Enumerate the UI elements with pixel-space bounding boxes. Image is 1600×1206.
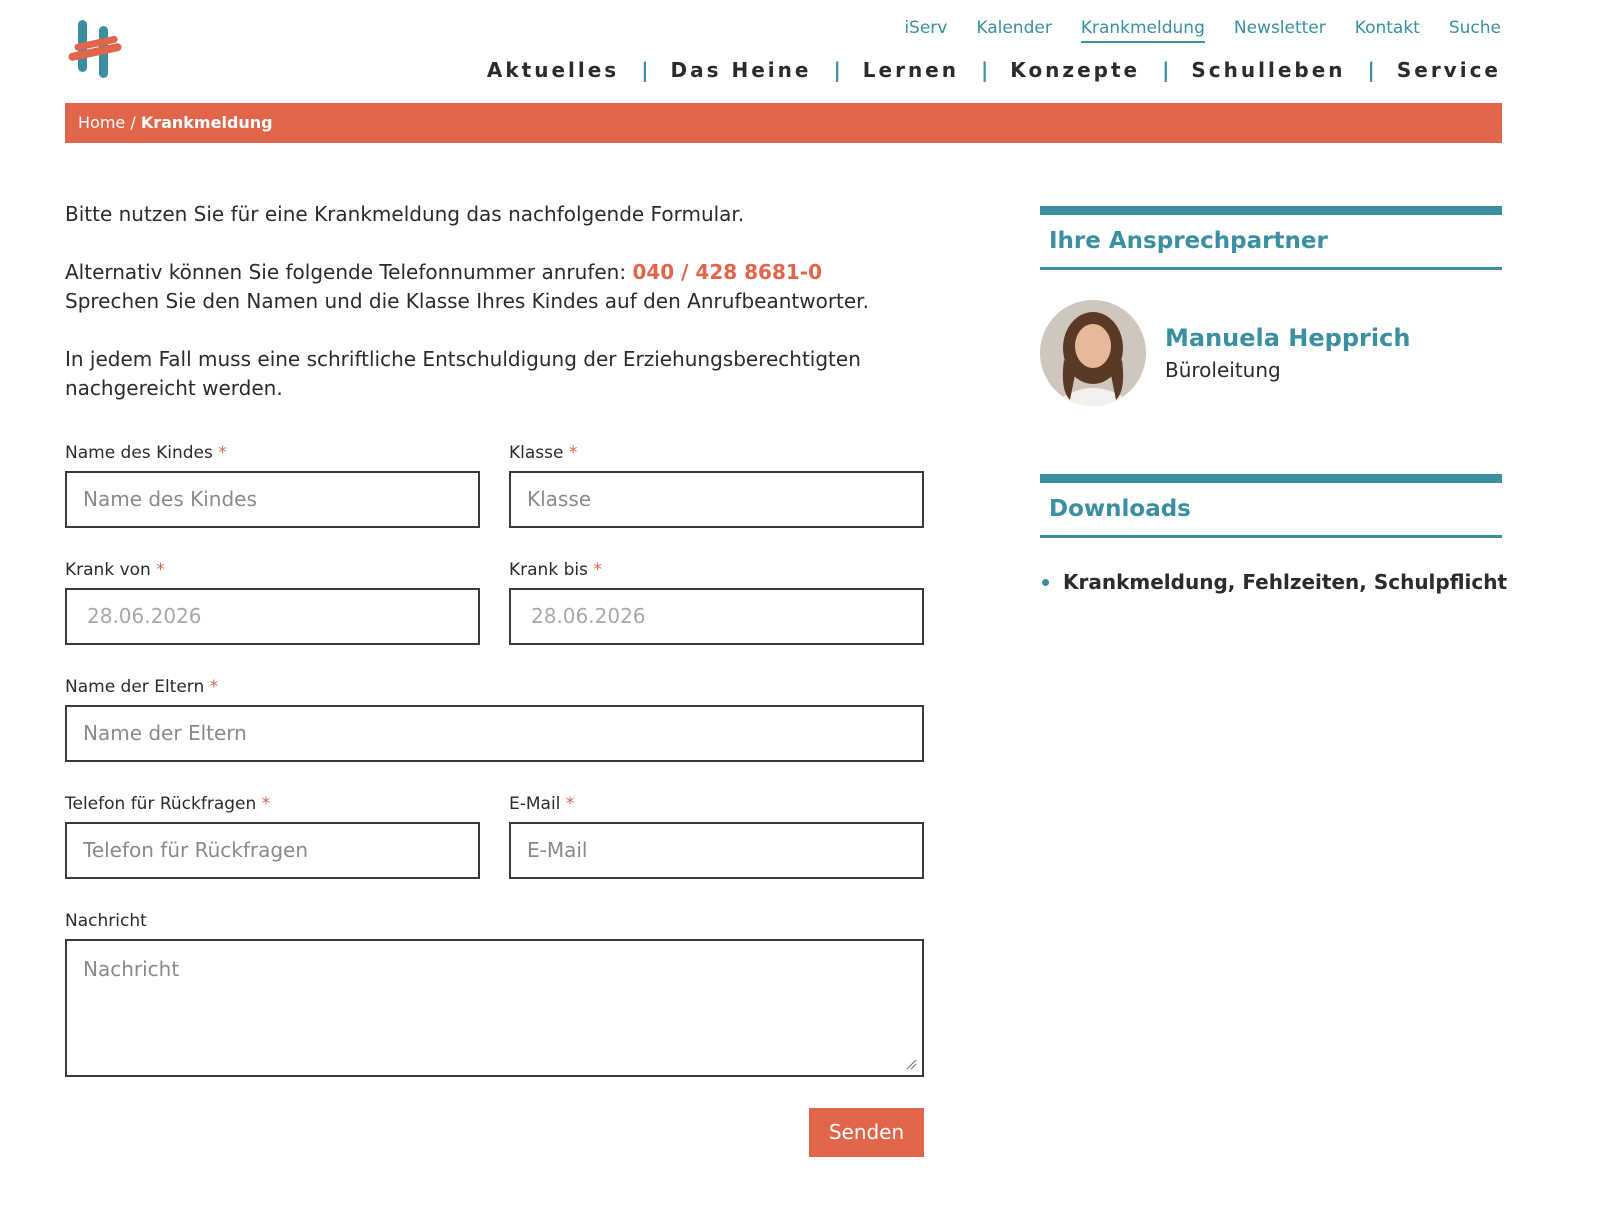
krank-von-label: Krank von * xyxy=(65,560,480,588)
required-marker: * xyxy=(593,560,602,580)
krank-von-group: Krank von * 28.06.2026 xyxy=(65,560,480,645)
panel-top-bar xyxy=(1040,206,1502,215)
required-marker: * xyxy=(261,794,271,814)
intro-phone-instructions: Sprechen Sie den Namen und die Klasse Ih… xyxy=(65,289,869,313)
telefon-group: Telefon für Rückfragen * Telefon für Rüc… xyxy=(65,794,480,879)
avatar-photo-icon xyxy=(1040,300,1146,406)
intro-phone-prefix: Alternativ können Sie folgende Telefonnu… xyxy=(65,260,633,284)
email-group: E-Mail * E-Mail xyxy=(509,794,924,879)
telefon-label: Telefon für Rückfragen * xyxy=(65,794,480,822)
avatar xyxy=(1040,300,1146,406)
nachricht-placeholder: Nachricht xyxy=(83,957,180,981)
breadcrumb-home[interactable]: Home xyxy=(78,113,125,132)
mainnav-schulleben[interactable]: Schulleben xyxy=(1191,58,1345,82)
contact-name[interactable]: Manuela Hepprich xyxy=(1165,324,1410,352)
eltern-input[interactable]: Name der Eltern xyxy=(65,705,924,762)
child-name-input[interactable]: Name des Kindes xyxy=(65,471,480,528)
child-name-group: Name des Kindes * Name des Kindes xyxy=(65,443,480,528)
topnav-kontakt[interactable]: Kontakt xyxy=(1355,18,1420,43)
mainnav-konzepte[interactable]: Konzepte xyxy=(1010,58,1140,82)
telefon-input[interactable]: Telefon für Rückfragen xyxy=(65,822,480,879)
download-link[interactable]: Krankmeldung, Fehlzeiten, Schulpflicht xyxy=(1063,570,1507,594)
email-label-text: E-Mail xyxy=(509,794,561,814)
intro-text: Bitte nutzen Sie für eine Krankmeldung d… xyxy=(65,200,915,432)
topnav-suche[interactable]: Suche xyxy=(1449,18,1501,43)
breadcrumb-separator: / xyxy=(125,113,141,132)
bullet-icon xyxy=(1042,578,1049,586)
school-logo[interactable] xyxy=(66,18,124,80)
downloads-panel: Downloads xyxy=(1040,474,1502,538)
child-name-label: Name des Kindes * xyxy=(65,443,480,471)
mainnav-aktuelles[interactable]: Aktuelles xyxy=(487,58,619,82)
topnav-iserv[interactable]: iServ xyxy=(904,18,947,43)
eltern-label: Name der Eltern * xyxy=(65,677,924,705)
required-marker: * xyxy=(565,794,575,814)
email-label: E-Mail * xyxy=(509,794,924,822)
intro-paragraph-1: Bitte nutzen Sie für eine Krankmeldung d… xyxy=(65,202,745,226)
intro-paragraph-3: In jedem Fall muss eine schriftliche Ent… xyxy=(65,347,861,400)
topnav-kalender[interactable]: Kalender xyxy=(976,18,1051,43)
contacts-panel: Ihre Ansprechpartner xyxy=(1040,206,1502,270)
breadcrumb: Home / Krankmeldung xyxy=(65,103,1502,143)
mainnav-service[interactable]: Service xyxy=(1397,58,1501,82)
krank-bis-label: Krank bis * xyxy=(509,560,924,588)
telefon-label-text: Telefon für Rückfragen xyxy=(65,794,257,814)
nachricht-group: Nachricht Nachricht xyxy=(65,911,924,1077)
nav-separator: | xyxy=(833,58,841,82)
krank-von-label-text: Krank von xyxy=(65,560,151,580)
nachricht-label: Nachricht xyxy=(65,911,147,931)
resize-handle-icon[interactable] xyxy=(905,1058,917,1070)
top-navigation: iServ Kalender Krankmeldung Newsletter K… xyxy=(875,18,1501,43)
krank-bis-group: Krank bis * 28.06.2026 xyxy=(509,560,924,645)
panel-top-bar xyxy=(1040,474,1502,483)
krank-von-date-input[interactable]: 28.06.2026 xyxy=(65,588,480,645)
nav-separator: | xyxy=(1367,58,1375,82)
required-marker: * xyxy=(218,443,227,463)
mainnav-das-heine[interactable]: Das Heine xyxy=(671,58,812,82)
klasse-label: Klasse * xyxy=(509,443,924,471)
mainnav-lernen[interactable]: Lernen xyxy=(863,58,959,82)
contacts-title: Ihre Ansprechpartner xyxy=(1040,215,1502,270)
klasse-label-text: Klasse xyxy=(509,443,564,463)
phone-link[interactable]: 040 / 428 8681-0 xyxy=(632,260,822,284)
topnav-krankmeldung[interactable]: Krankmeldung xyxy=(1080,18,1205,43)
klasse-group: Klasse * Klasse xyxy=(509,443,924,528)
main-navigation: Aktuelles | Das Heine | Lernen | Konzept… xyxy=(487,58,1501,82)
nav-separator: | xyxy=(980,58,989,82)
eltern-group: Name der Eltern * Name der Eltern xyxy=(65,677,924,762)
download-item[interactable]: Krankmeldung, Fehlzeiten, Schulpflicht xyxy=(1042,570,1507,594)
downloads-title: Downloads xyxy=(1040,483,1502,538)
intro-paragraph-2: Alternativ können Sie folgende Telefonnu… xyxy=(65,258,915,316)
required-marker: * xyxy=(568,443,578,463)
klasse-input[interactable]: Klasse xyxy=(509,471,924,528)
email-input[interactable]: E-Mail xyxy=(509,822,924,879)
required-marker: * xyxy=(156,560,165,580)
nav-separator: | xyxy=(641,58,649,82)
required-marker: * xyxy=(209,677,219,697)
krank-bis-label-text: Krank bis xyxy=(509,560,588,580)
nachricht-textarea[interactable]: Nachricht xyxy=(65,939,924,1077)
send-button[interactable]: Senden xyxy=(809,1108,924,1157)
child-name-label-text: Name des Kindes xyxy=(65,443,213,463)
krank-bis-date-input[interactable]: 28.06.2026 xyxy=(509,588,924,645)
eltern-label-text: Name der Eltern xyxy=(65,677,205,697)
breadcrumb-current: Krankmeldung xyxy=(140,113,273,132)
contact-role: Büroleitung xyxy=(1165,358,1281,382)
contact-card: Manuela Hepprich Büroleitung xyxy=(1040,300,1410,406)
nav-separator: | xyxy=(1162,58,1170,82)
topnav-newsletter[interactable]: Newsletter xyxy=(1234,18,1326,43)
contact-info: Manuela Hepprich Büroleitung xyxy=(1165,324,1410,382)
